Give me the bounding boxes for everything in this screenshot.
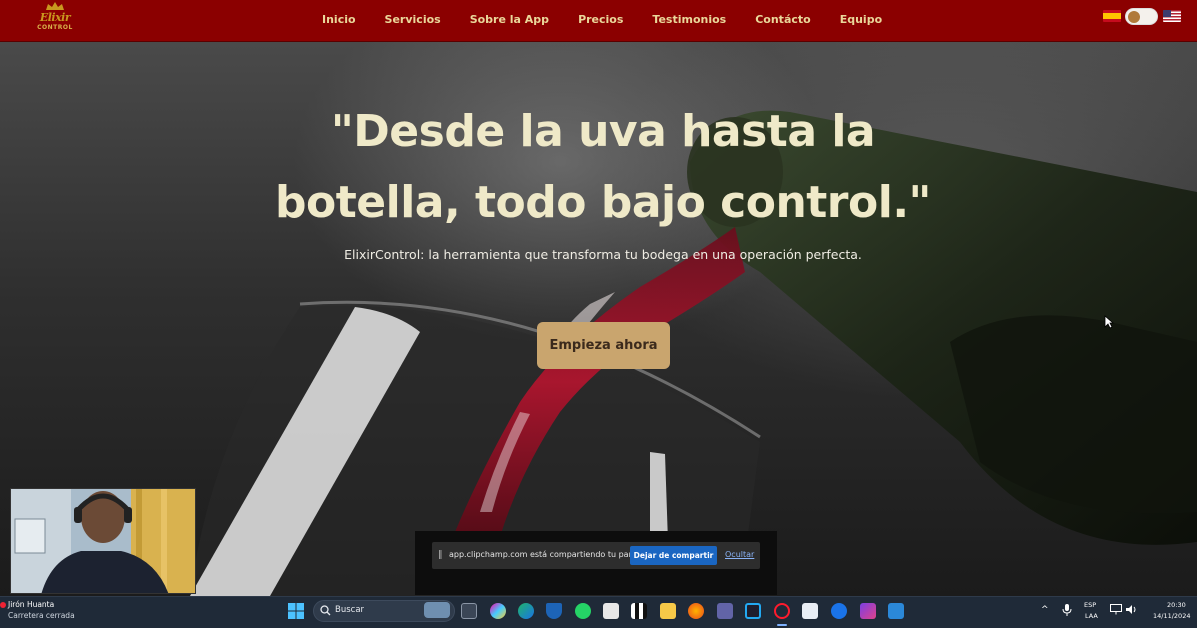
file-explorer-icon[interactable] (660, 603, 676, 619)
weather-widget-title[interactable]: Jirón Huanta (8, 600, 54, 609)
webcam-overlay (10, 488, 196, 594)
crown-icon (46, 2, 64, 10)
search-placeholder: Buscar (335, 605, 365, 615)
webcam-person-image (11, 489, 195, 593)
nav-link-sobre-la-app[interactable]: Sobre la App (470, 13, 549, 29)
volume-icon[interactable] (1126, 604, 1138, 615)
spain-flag-icon[interactable] (1103, 10, 1121, 22)
alert-icon (0, 602, 6, 608)
microphone-icon[interactable] (1062, 604, 1072, 616)
clock-time[interactable]: 20:30 (1167, 601, 1186, 609)
nav-links: Inicio Servicios Sobre la App Precios Te… (322, 13, 911, 29)
mouse-cursor-icon (1104, 315, 1114, 329)
task-view-icon[interactable] (461, 603, 477, 619)
windows-taskbar (0, 596, 1197, 628)
security-shield-icon[interactable] (546, 603, 562, 619)
microsoft-store-icon[interactable] (603, 603, 619, 619)
usa-flag-icon[interactable] (1163, 10, 1181, 22)
search-highlight-icon (424, 602, 450, 618)
hero-subtitle: ElixirControl: la herramienta que transf… (344, 247, 862, 262)
clock-date[interactable]: 14/11/2024 (1153, 612, 1190, 620)
windows-start-icon[interactable] (288, 603, 304, 619)
edge-browser-icon[interactable] (518, 603, 534, 619)
snipping-tool-icon[interactable] (802, 603, 818, 619)
firefox-icon[interactable] (688, 603, 704, 619)
weather-widget-subtitle[interactable]: Carretera cerrada (8, 611, 75, 620)
share-message: app.clipchamp.com está compartiendo tu p… (449, 550, 654, 559)
screen: Elixir CONTROL Inicio Servicios Sobre la… (0, 0, 1197, 628)
teams-icon[interactable] (717, 603, 733, 619)
headline-line-1: "Desde la uva hasta la (330, 106, 876, 157)
headline-line-2: botella, todo bajo control." (275, 177, 931, 228)
nav-link-contacto[interactable]: Contácto (755, 13, 810, 29)
clipchamp-icon[interactable] (860, 603, 876, 619)
language-toggle[interactable] (1125, 8, 1158, 25)
hero-headline: "Desde la uva hasta la botella, todo baj… (200, 96, 1006, 238)
toggle-knob (1128, 11, 1140, 23)
logo-subtitle: CONTROL (37, 24, 73, 31)
nav-link-testimonios[interactable]: Testimonios (652, 13, 726, 29)
copilot-icon[interactable] (490, 603, 506, 619)
logo-brand: Elixir (39, 11, 71, 24)
keyboard-layout[interactable]: LAA (1085, 612, 1098, 620)
opera-icon[interactable] (774, 603, 790, 619)
nav-link-inicio[interactable]: Inicio (322, 13, 356, 29)
search-icon (320, 605, 331, 616)
start-now-button[interactable]: Empieza ahora (537, 322, 670, 369)
photos-icon[interactable] (888, 603, 904, 619)
elixir-control-logo[interactable]: Elixir CONTROL (28, 2, 82, 38)
game-icon[interactable] (631, 603, 647, 619)
media-player-icon[interactable] (831, 603, 847, 619)
top-navbar: Elixir CONTROL Inicio Servicios Sobre la… (0, 0, 1197, 42)
drag-handle-icon[interactable]: ‖ (438, 550, 443, 560)
chevron-up-icon[interactable]: ^ (1041, 605, 1049, 615)
whatsapp-icon[interactable] (575, 603, 591, 619)
nav-link-precios[interactable]: Precios (578, 13, 623, 29)
keyboard-language[interactable]: ESP (1084, 601, 1096, 609)
active-app-indicator (777, 624, 787, 626)
network-icon[interactable] (1110, 604, 1122, 615)
vscode-icon[interactable] (745, 603, 761, 619)
nav-link-servicios[interactable]: Servicios (385, 13, 441, 29)
hide-link[interactable]: Ocultar (725, 550, 754, 559)
stop-sharing-button[interactable]: Dejar de compartir (630, 546, 717, 565)
nav-link-equipo[interactable]: Equipo (840, 13, 882, 29)
